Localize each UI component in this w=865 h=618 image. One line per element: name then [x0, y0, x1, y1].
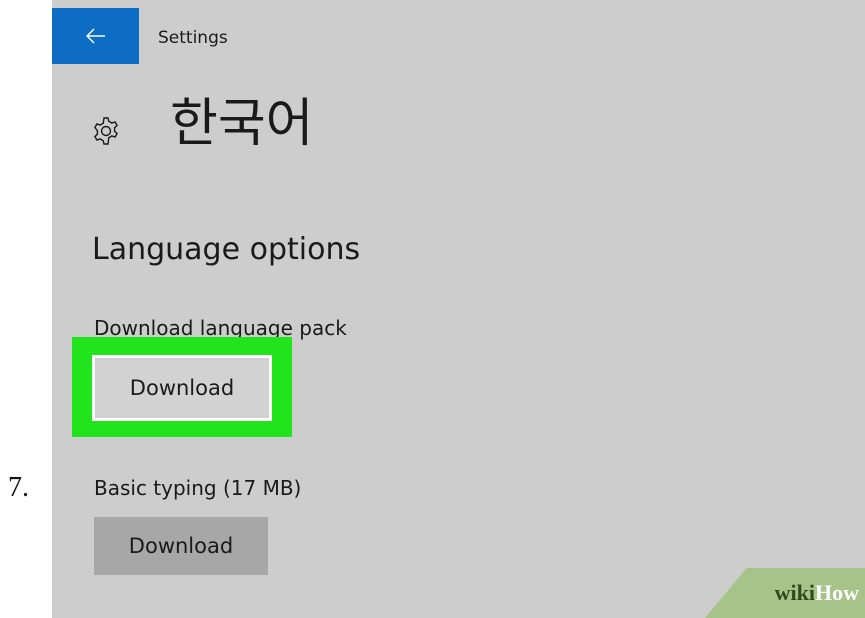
- settings-window: Settings 한국어 Language options Download l…: [52, 0, 865, 618]
- back-arrow-icon: [85, 28, 105, 44]
- page-title: 한국어: [170, 94, 314, 154]
- section-heading-language-options: Language options: [92, 232, 361, 267]
- window-title: Settings: [158, 28, 228, 48]
- step-number: 7.: [8, 472, 29, 503]
- watermark-wiki: wiki: [774, 580, 815, 605]
- download-language-pack-button[interactable]: Download: [92, 355, 272, 421]
- wikihow-watermark: wiki How: [705, 568, 865, 618]
- watermark-how: How: [815, 580, 859, 605]
- download-basic-typing-button[interactable]: Download: [94, 517, 268, 575]
- back-button[interactable]: [52, 8, 139, 64]
- basic-typing-label: Basic typing (17 MB): [94, 476, 302, 500]
- gear-icon: [94, 117, 118, 145]
